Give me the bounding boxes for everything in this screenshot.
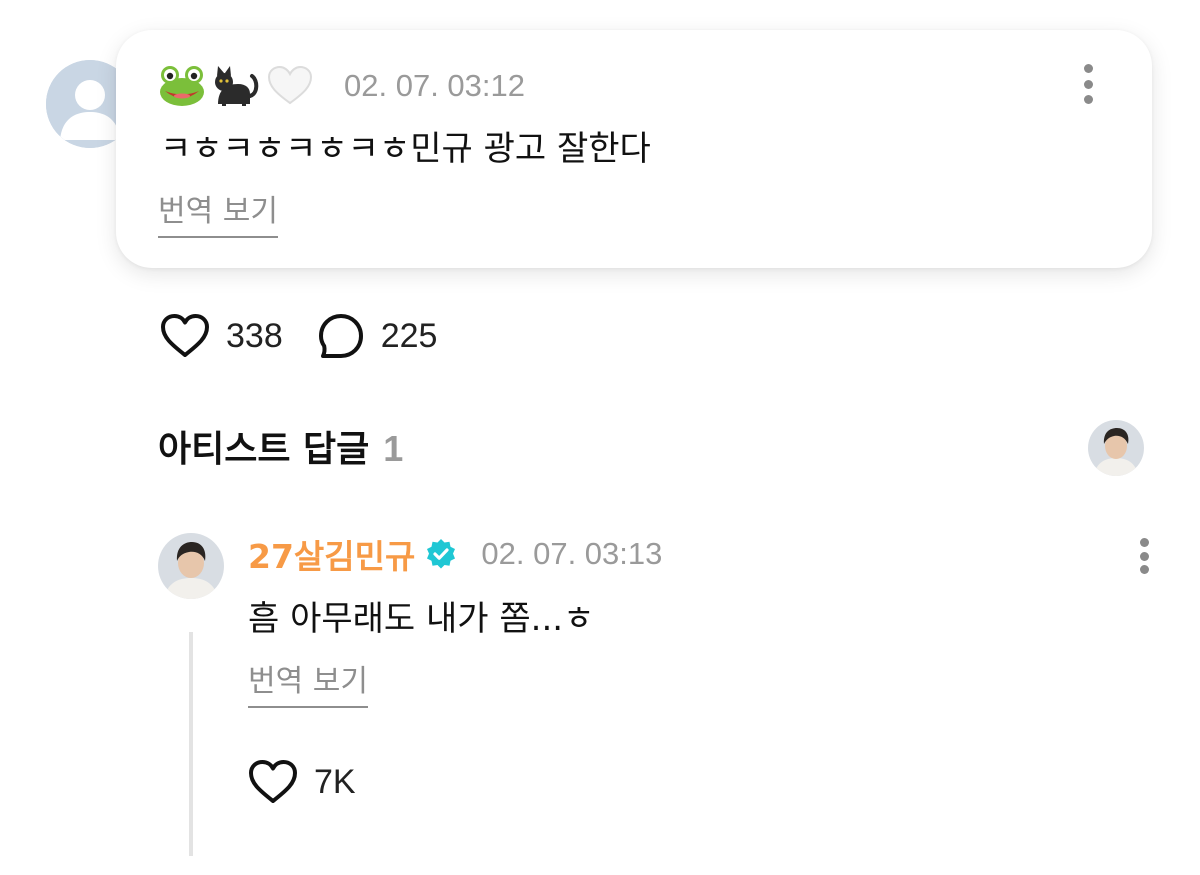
reply-like-count: 7K — [314, 762, 356, 801]
comment-text: ㅋㅎㅋㅎㅋㅎㅋㅎ민규 광고 잘한다 — [160, 129, 651, 169]
comment-thread-screen: 02. 07. 03:12 ㅋㅎㅋㅎㅋㅎㅋㅎ민규 광고 잘한다 번역 보기 33… — [0, 0, 1200, 875]
artist-avatar-small[interactable] — [1088, 420, 1144, 476]
comment-card: 02. 07. 03:12 ㅋㅎㅋㅎㅋㅎㅋㅎ민규 광고 잘한다 번역 보기 — [116, 30, 1152, 268]
comment-reply-button[interactable]: 225 — [317, 312, 438, 360]
comment-translate-link[interactable]: 번역 보기 — [158, 192, 278, 238]
black-cat-emoji-icon — [215, 66, 259, 106]
commenter-name[interactable] — [158, 64, 314, 108]
artist-photo — [1088, 420, 1144, 476]
verified-badge-icon — [425, 538, 457, 570]
reply-translate-link[interactable]: 번역 보기 — [248, 662, 368, 708]
artist-photo — [158, 533, 224, 599]
artist-reply-heading: 아티스트 답글 1 — [158, 420, 403, 472]
white-heart-emoji-icon — [267, 65, 313, 105]
artist-reply-count: 1 — [383, 428, 404, 469]
comment-more-options-icon[interactable] — [1080, 64, 1096, 104]
comment-reply-count: 225 — [380, 316, 438, 355]
artist-reply-title: 아티스트 답글 — [158, 429, 370, 470]
heart-outline-icon — [161, 314, 209, 357]
reply-more-options-icon[interactable] — [1136, 538, 1152, 574]
comment-like-button[interactable]: 338 — [160, 313, 283, 359]
heart-outline-icon — [249, 760, 297, 803]
comment-header: 02. 07. 03:12 — [158, 60, 525, 112]
comment-stats: 338 225 — [160, 308, 471, 364]
frog-emoji-icon — [160, 66, 204, 106]
artist-avatar[interactable] — [158, 533, 224, 599]
reply-timestamp: 02. 07. 03:13 — [481, 536, 663, 571]
reply-header: 27살김민규 02. 07. 03:13 — [248, 530, 662, 578]
reply-like-button[interactable]: 7K — [248, 756, 356, 808]
artist-name[interactable]: 27살김민규 — [248, 530, 415, 578]
reply-text: 흠 아무래도 내가 쫌...ㅎ — [248, 599, 595, 639]
comment-like-count: 338 — [226, 316, 283, 355]
thread-line — [189, 632, 193, 856]
speech-bubble-icon — [318, 314, 363, 358]
comment-timestamp: 02. 07. 03:12 — [344, 68, 525, 103]
